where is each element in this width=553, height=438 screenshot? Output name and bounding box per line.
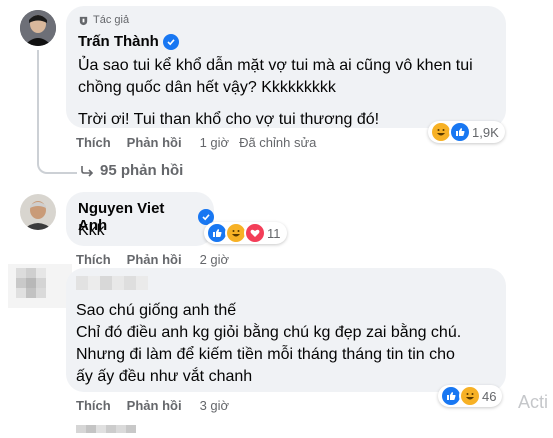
comment-bubble: Tác giả Trấn Thành Ủa sao tui kể khổ dẫn… [66,6,506,128]
comment-time[interactable]: 3 giờ [200,398,230,413]
comment-text-line: Sao chú giống anh thế [76,302,237,319]
comment-text-line: Ủa sao tui kể khổ dẫn mặt vợ tui mà ai c… [78,57,473,74]
author-badge: Tác giả [78,14,129,26]
reply-button[interactable]: Phản hồi [127,252,182,267]
verified-icon [162,33,179,50]
reaction-summary[interactable]: 46 [438,385,503,407]
like-button[interactable]: Thích [76,398,111,413]
reply-button[interactable]: Phản hồi [127,398,182,413]
thread-line [37,50,39,160]
comment-text: Ủa sao tui kể khổ dẫn mặt vợ tui mà ai c… [78,55,473,131]
love-icon [244,222,266,244]
comment-author[interactable]: Trấn Thành [78,33,159,50]
activate-watermark: Acti [518,392,549,412]
comment-text: Kkk [78,222,105,239]
like-button[interactable]: Thích [76,135,111,150]
comment-text-line: chồng quốc dân hết vậy? Kkkkkkkkk [78,79,336,96]
censored-next-comment [76,420,166,433]
comment-text-line: ấy ấy đều như vắt chanh [76,368,253,385]
censored-avatar [8,264,72,308]
reaction-summary[interactable]: 11 [204,222,287,244]
like-icon [449,121,471,143]
avatar[interactable] [20,194,56,230]
censored-author-name [76,276,196,290]
reply-arrow-icon [81,165,94,177]
author-badge-icon [79,16,88,25]
avatar[interactable] [20,10,56,46]
reaction-summary[interactable]: 1,9K [428,121,505,143]
view-replies-link[interactable]: 95 phản hồi [80,162,183,179]
reaction-count: 11 [267,225,281,241]
comment-actions: Thích Phản hồi 1 giờ Đã chỉnh sửa [76,135,326,150]
like-button[interactable]: Thích [76,252,111,267]
replies-count[interactable]: 95 phản hồi [100,162,183,179]
comment-text-line: Nhưng đi làm để kiếm tiền mỗi tháng thán… [76,346,455,363]
comment-text-line: Chỉ đó điều anh kg giỏi bằng chú kg đẹp … [76,324,462,341]
reaction-count: 1,9K [472,124,499,140]
edited-label: Đã chỉnh sửa [239,135,317,150]
author-badge-label: Tác giả [93,14,130,26]
comment-text: Sao chú giống anh thế Chỉ đó điều anh kg… [76,300,461,388]
haha-icon [459,385,481,407]
comment-actions: Thích Phản hồi 3 giờ [76,398,239,413]
comment-bubble: Nguyen Viet Anh Kkk [66,192,214,246]
comment-time[interactable]: 1 giờ [200,135,230,150]
reaction-count: 46 [482,388,497,404]
comment-time[interactable]: 2 giờ [200,252,230,267]
comment-bubble: Sao chú giống anh thế Chỉ đó điều anh kg… [66,268,506,392]
comment-actions: Thích Phản hồi 2 giờ [76,252,239,267]
thread-line-curve [37,158,77,174]
reply-button[interactable]: Phản hồi [127,135,182,150]
comment-text-line: Trời ơi! Tui than khổ cho vợ tui thương … [78,111,380,128]
